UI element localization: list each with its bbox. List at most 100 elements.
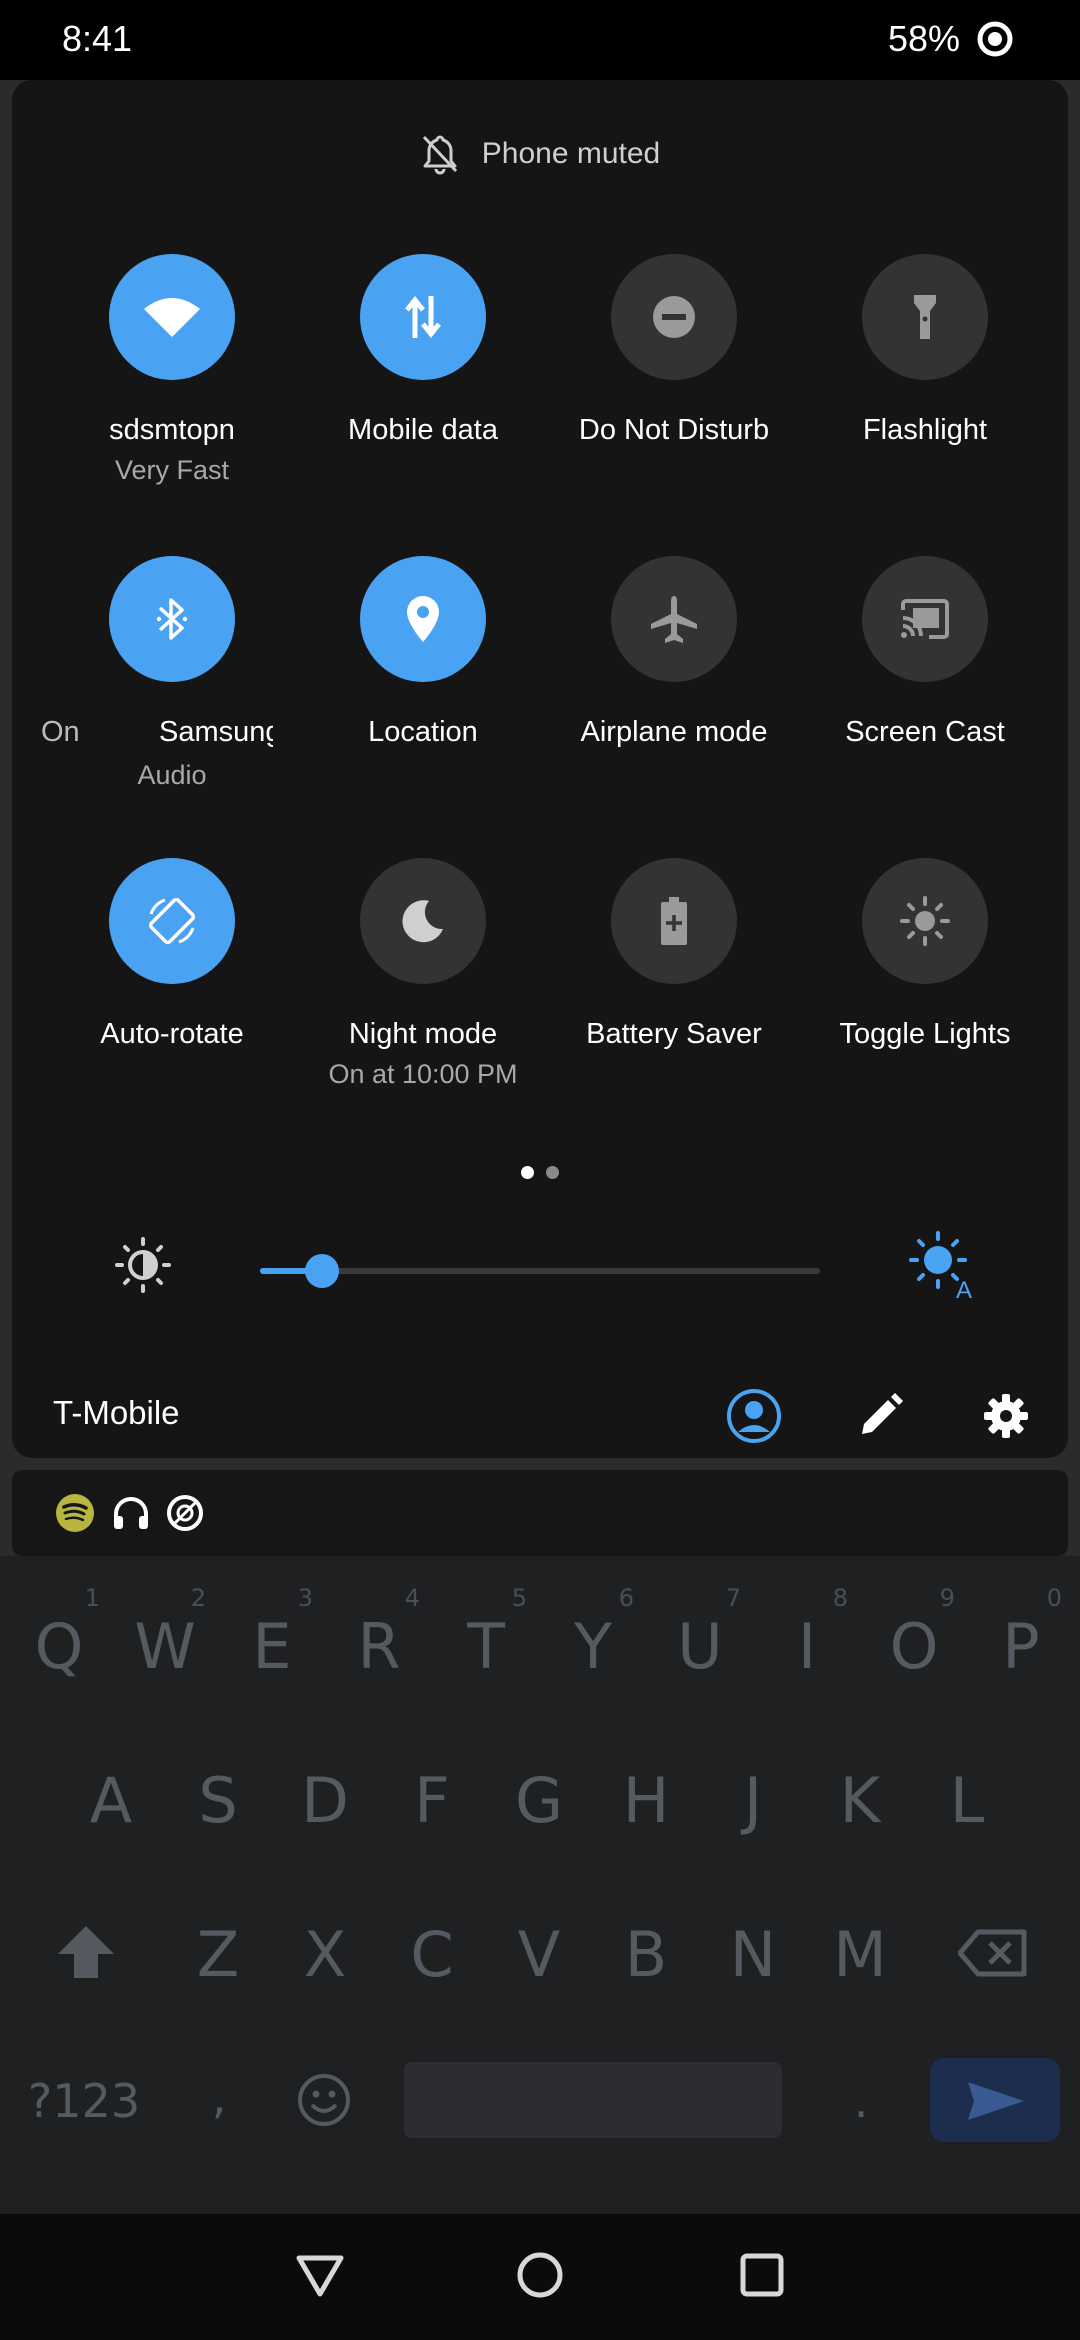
emoji-icon[interactable] bbox=[296, 2072, 352, 2128]
key-o[interactable]: O9 bbox=[869, 1584, 959, 1683]
recents-icon[interactable] bbox=[737, 2250, 787, 2300]
send-button[interactable] bbox=[930, 2058, 1060, 2142]
page-dot-active[interactable] bbox=[521, 1166, 534, 1179]
bell-off-icon bbox=[422, 135, 457, 175]
key-s[interactable]: S bbox=[173, 1764, 263, 1837]
tile-location[interactable]: Location bbox=[298, 556, 548, 749]
comma-key[interactable]: , bbox=[174, 2070, 264, 2124]
key-t[interactable]: T5 bbox=[441, 1584, 531, 1683]
key-r[interactable]: R4 bbox=[334, 1584, 424, 1683]
tile-label: sdsmtopn bbox=[109, 414, 235, 446]
tile-battery-saver[interactable]: Battery Saver bbox=[549, 858, 799, 1051]
settings-gear-icon[interactable] bbox=[978, 1388, 1034, 1444]
tile-sublabel: On at 10:00 PM bbox=[328, 1059, 518, 1089]
tile-bluetooth[interactable]: On Samsung Audio bbox=[41, 556, 297, 791]
battery-icon bbox=[977, 21, 1013, 57]
mobile-data-toggle[interactable] bbox=[360, 254, 486, 380]
tile-night-mode[interactable]: Night mode On at 10:00 PM bbox=[298, 858, 548, 1090]
airplane-icon bbox=[651, 596, 697, 643]
dnd-toggle[interactable] bbox=[611, 254, 737, 380]
key-n[interactable]: N bbox=[708, 1918, 798, 1991]
tile-sublabel: Audio bbox=[137, 760, 207, 790]
home-icon[interactable] bbox=[515, 2250, 565, 2300]
brightness-slider[interactable] bbox=[260, 1254, 820, 1288]
tile-label: Screen Cast bbox=[845, 716, 1005, 748]
key-z[interactable]: Z bbox=[173, 1918, 263, 1991]
brightness-low-icon bbox=[115, 1237, 171, 1293]
app-indicator-icon bbox=[167, 1495, 203, 1531]
mobile-data-icon bbox=[405, 295, 441, 339]
key-q[interactable]: Q1 bbox=[14, 1584, 104, 1683]
moon-icon bbox=[402, 900, 443, 943]
key-k[interactable]: K bbox=[815, 1764, 905, 1837]
tile-flashlight[interactable]: Flashlight bbox=[800, 254, 1050, 447]
status-bar: 8:41 58% bbox=[0, 0, 1080, 80]
night-mode-toggle[interactable] bbox=[360, 858, 486, 984]
tile-label: Flashlight bbox=[862, 414, 988, 446]
page-dot[interactable] bbox=[546, 1166, 559, 1179]
tile-label: Night mode bbox=[348, 1018, 498, 1050]
edit-pencil-icon[interactable] bbox=[852, 1388, 908, 1444]
auto-brightness-icon[interactable]: A bbox=[906, 1230, 978, 1300]
cast-icon bbox=[901, 599, 949, 639]
key-j[interactable]: J bbox=[708, 1764, 798, 1837]
tile-airplane-mode[interactable]: Airplane mode bbox=[549, 556, 799, 749]
key-u[interactable]: U7 bbox=[655, 1584, 745, 1683]
back-icon[interactable] bbox=[295, 2250, 345, 2300]
key-m[interactable]: M bbox=[815, 1918, 905, 1991]
key-p[interactable]: P0 bbox=[976, 1584, 1066, 1683]
flashlight-icon bbox=[914, 295, 936, 339]
shift-icon[interactable] bbox=[54, 1922, 118, 1982]
screen-cast-toggle[interactable] bbox=[862, 556, 988, 682]
phone-muted-notice[interactable]: Phone muted bbox=[12, 126, 1068, 182]
tile-mobile-data[interactable]: Mobile data bbox=[298, 254, 548, 447]
auto-rotate-toggle[interactable] bbox=[109, 858, 235, 984]
user-account-icon[interactable] bbox=[726, 1388, 782, 1444]
tile-auto-rotate[interactable]: Auto-rotate bbox=[47, 858, 297, 1051]
tile-label: Battery Saver bbox=[586, 1018, 762, 1050]
key-d[interactable]: D bbox=[280, 1764, 370, 1837]
period-key[interactable]: . bbox=[816, 2074, 906, 2128]
qs-footer: T-Mobile bbox=[12, 1372, 1068, 1452]
tile-label: Airplane mode bbox=[580, 716, 768, 748]
battery-saver-toggle[interactable] bbox=[611, 858, 737, 984]
key-x[interactable]: X bbox=[280, 1918, 370, 1991]
key-v[interactable]: V bbox=[494, 1918, 584, 1991]
send-icon bbox=[968, 2082, 1024, 2120]
symbols-key[interactable]: ?123 bbox=[24, 2074, 144, 2128]
bluetooth-toggle[interactable] bbox=[109, 556, 235, 682]
key-e[interactable]: E3 bbox=[227, 1584, 317, 1683]
location-toggle[interactable] bbox=[360, 556, 486, 682]
brightness-slider-thumb[interactable] bbox=[304, 1254, 339, 1288]
key-h[interactable]: H bbox=[601, 1764, 691, 1837]
headphones-icon bbox=[114, 1497, 148, 1529]
tile-screen-cast[interactable]: Screen Cast bbox=[800, 556, 1050, 749]
key-y[interactable]: Y6 bbox=[548, 1584, 638, 1683]
tile-do-not-disturb[interactable]: Do Not Disturb bbox=[549, 254, 799, 447]
carrier-label: T-Mobile bbox=[53, 1394, 180, 1431]
page-indicator bbox=[12, 1166, 1068, 1179]
spacebar[interactable] bbox=[404, 2062, 782, 2138]
key-w[interactable]: W2 bbox=[120, 1584, 210, 1683]
backspace-icon[interactable] bbox=[958, 1928, 1028, 1978]
tile-sublabel: Very Fast bbox=[114, 455, 230, 485]
key-f[interactable]: F bbox=[387, 1764, 477, 1837]
bluetooth-icon bbox=[156, 598, 188, 640]
status-time: 8:41 bbox=[62, 18, 133, 59]
key-c[interactable]: C bbox=[387, 1918, 477, 1991]
key-b[interactable]: B bbox=[601, 1918, 691, 1991]
flashlight-toggle[interactable] bbox=[862, 254, 988, 380]
key-l[interactable]: L bbox=[922, 1764, 1012, 1837]
tile-toggle-lights[interactable]: Toggle Lights bbox=[800, 858, 1050, 1051]
wifi-icon bbox=[144, 298, 200, 337]
key-i[interactable]: I8 bbox=[762, 1584, 852, 1683]
tile-wifi[interactable]: sdsmtopn Very Fast bbox=[47, 254, 297, 486]
tile-label: Mobile data bbox=[348, 414, 498, 446]
location-icon bbox=[407, 596, 439, 642]
airplane-toggle[interactable] bbox=[611, 556, 737, 682]
key-g[interactable]: G bbox=[494, 1764, 584, 1837]
phone-muted-label: Phone muted bbox=[481, 137, 661, 170]
toggle-lights-toggle[interactable] bbox=[862, 858, 988, 984]
key-a[interactable]: A bbox=[66, 1764, 156, 1837]
wifi-toggle[interactable] bbox=[109, 254, 235, 380]
